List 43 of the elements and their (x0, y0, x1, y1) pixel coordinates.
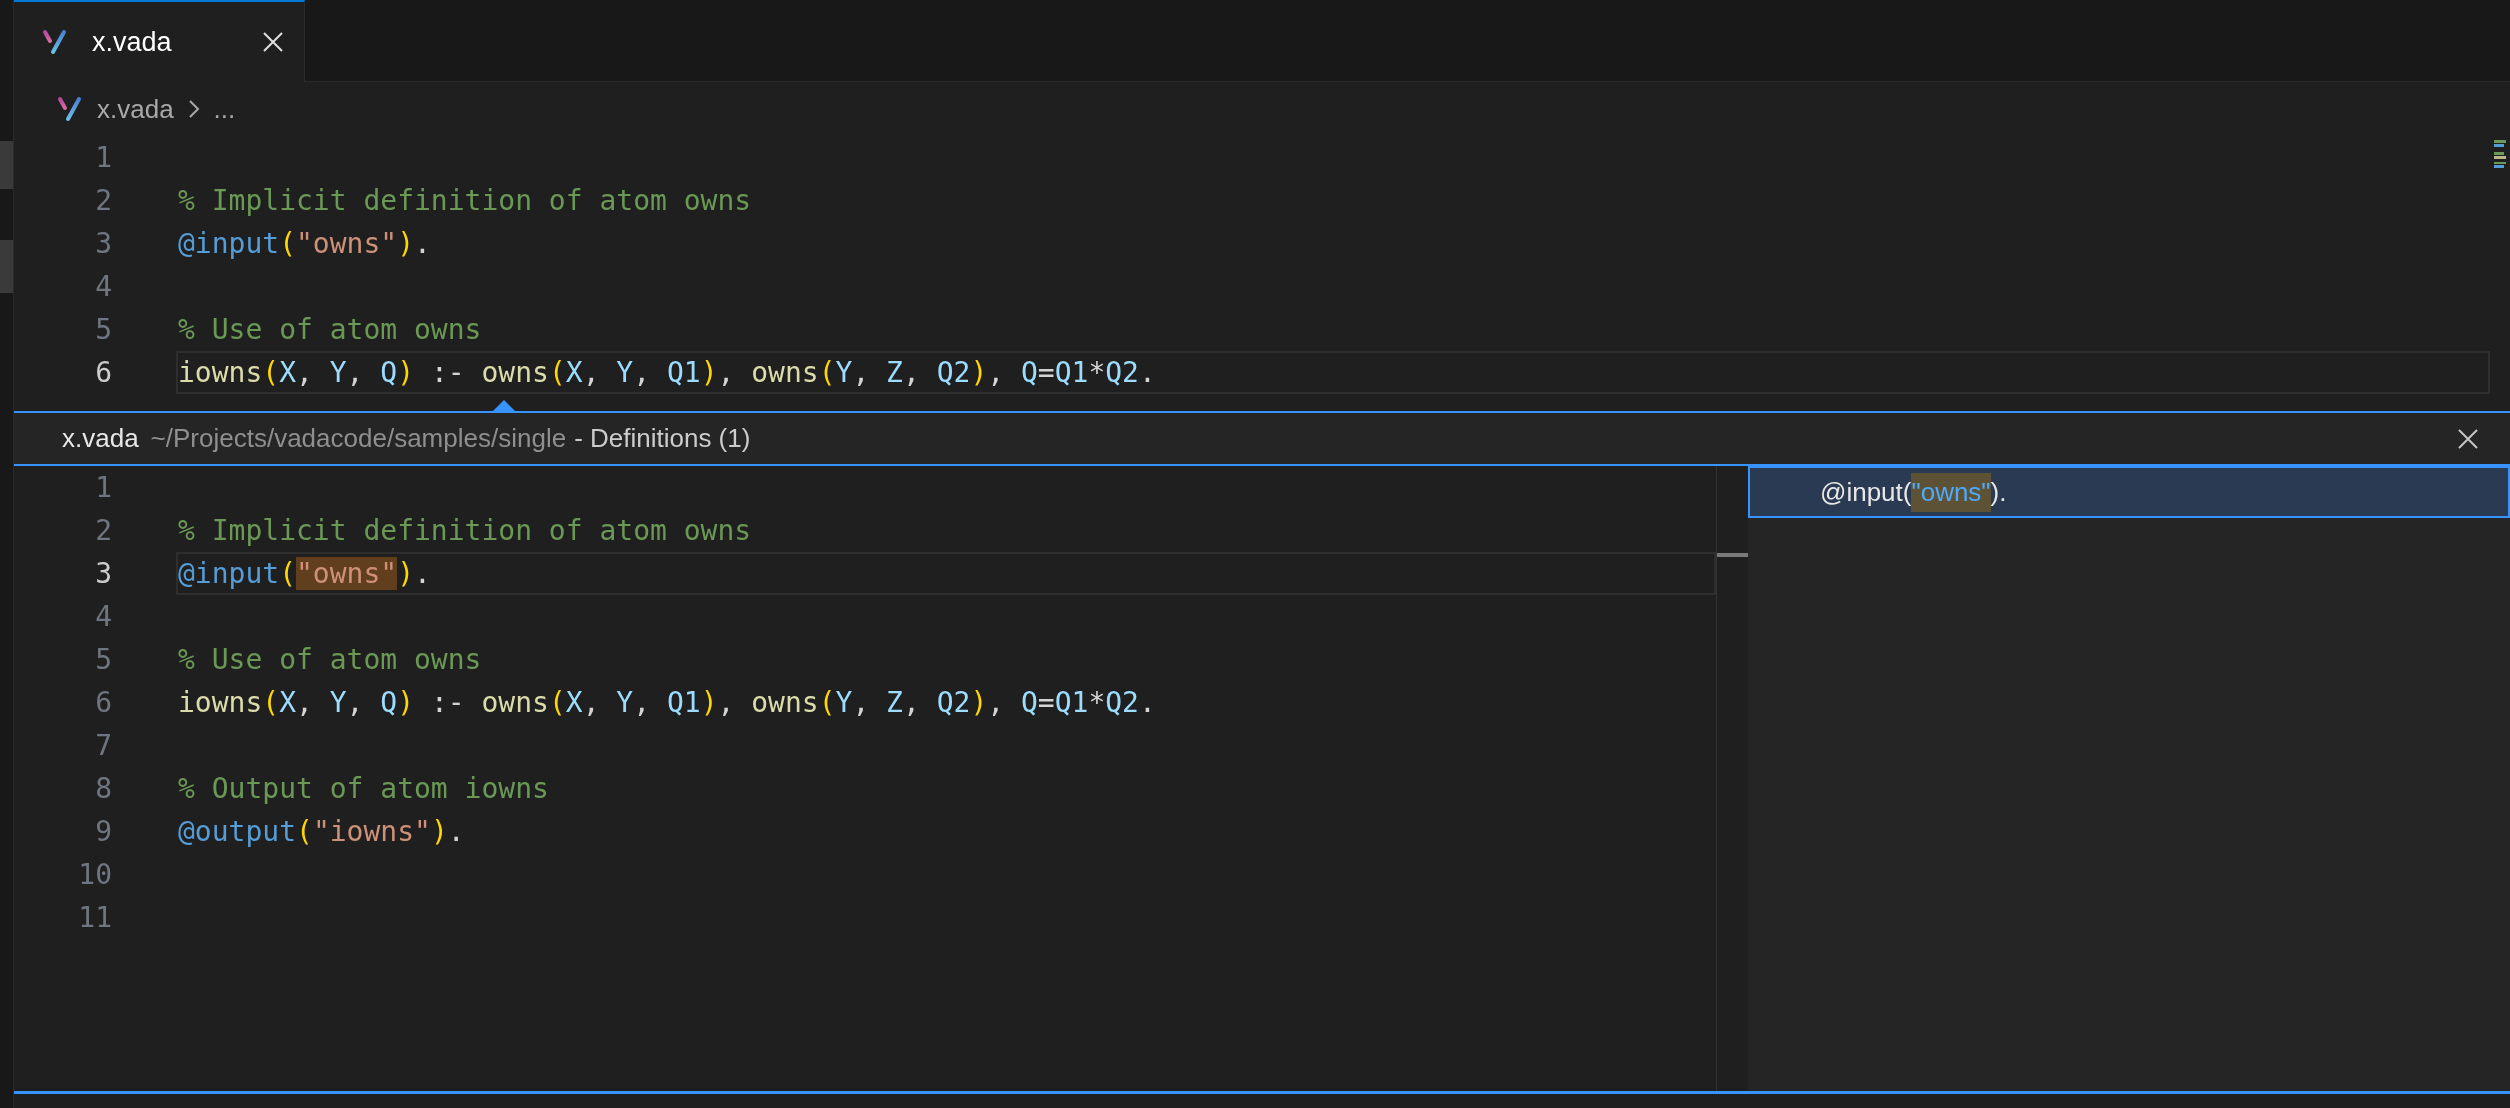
line-number: 2 (94, 512, 112, 549)
peek-file-name: x.vada (62, 422, 139, 455)
line-number: 4 (94, 268, 112, 305)
file-logo-icon (57, 96, 83, 122)
breadcrumb-item[interactable]: x.vada (97, 89, 174, 129)
line-number: 11 (77, 899, 112, 936)
breadcrumb-item[interactable]: ... (213, 89, 236, 129)
file-logo-icon (42, 29, 68, 55)
code-line: iowns(X, Y, Q) :- owns(X, Y, Q1), owns(Y, Z, Q2), Q=Q1*Q2. (178, 354, 1156, 391)
line-number: 3 (94, 225, 112, 262)
code-line: @output("iowns"). (178, 813, 465, 850)
close-icon (2457, 427, 2479, 450)
line-number: 10 (77, 856, 112, 893)
code-line: % Use of atom owns (178, 311, 482, 348)
line-number: 1 (94, 469, 112, 506)
code-line: % Output of atom iowns (178, 770, 549, 807)
code-line: % Implicit definition of atom owns (178, 182, 752, 219)
ruler-mark (1717, 553, 1748, 557)
minimap-drawing (2494, 140, 2506, 168)
line-number: 2 (94, 182, 112, 219)
code-line: % Use of atom owns (178, 641, 482, 678)
line-number: 3 (94, 555, 112, 592)
peek-title: - Definitions (1) (574, 422, 751, 455)
reference-item[interactable]: @input("owns"). (1748, 466, 2510, 518)
edge-marker (0, 141, 13, 189)
line-number: 8 (94, 770, 112, 807)
close-icon[interactable] (262, 31, 284, 53)
code-line: @input("owns"). (178, 225, 431, 262)
code-line: iowns(X, Y, Q) :- owns(X, Y, Q1), owns(Y, Z, Q2), Q=Q1*Q2. (178, 684, 1156, 721)
line-number: 5 (94, 641, 112, 678)
line-number: 9 (94, 813, 112, 850)
editor-tab[interactable]: x.vada (14, 0, 305, 82)
line-number: 6 (94, 354, 112, 391)
line-number: 4 (94, 598, 112, 635)
chevron-icon (187, 99, 200, 119)
line-number: 7 (94, 727, 112, 764)
peek-file-path: ~/Projects/vadacode/samples/single (150, 422, 567, 455)
edge-marker (0, 240, 13, 293)
line-number: 5 (94, 311, 112, 348)
code-line: % Implicit definition of atom owns (178, 512, 752, 549)
line-number: 6 (94, 684, 112, 721)
line-number: 1 (94, 139, 112, 176)
code-line: @input("owns"). (178, 555, 431, 592)
